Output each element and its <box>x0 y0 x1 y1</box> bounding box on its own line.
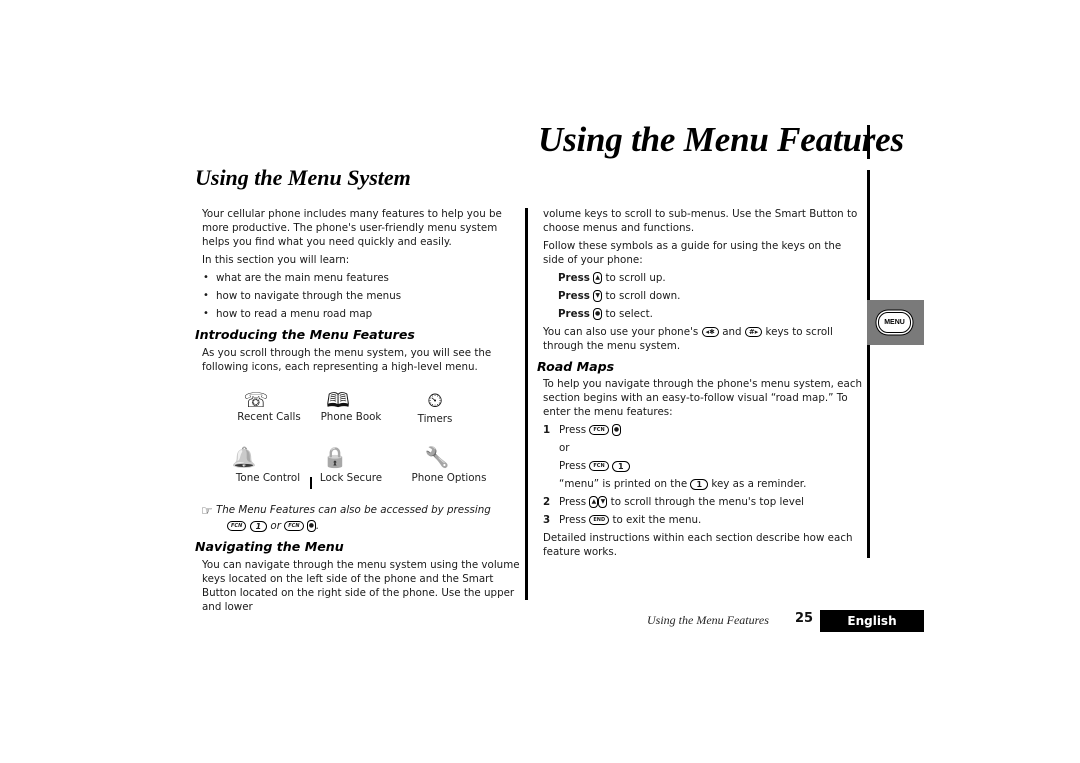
note-or: or <box>270 520 281 532</box>
step-reminder: “menu” is printed on the 1 key as a remi… <box>559 478 807 490</box>
road-maps-paragraph: To help you navigate through the phone's… <box>543 378 863 418</box>
section-tab-menu: MENU <box>867 300 924 345</box>
step-or: or <box>559 442 570 454</box>
left-star-key-icon: ◂✱ <box>701 327 719 337</box>
steps-list: 1 Press FCN ● or Press FCN 1 “menu” is p… <box>543 423 863 527</box>
page-title: Using the Menu Features <box>538 120 904 159</box>
list-item: how to read a menu road map <box>202 307 522 321</box>
select-key-icon: ● <box>593 308 603 320</box>
note-end: . <box>315 520 320 532</box>
continued-paragraph: volume keys to scroll to sub-menus. Use … <box>543 208 858 234</box>
press-item: Press ▲ to scroll up. <box>558 272 666 284</box>
right-column: volume keys to scroll to sub-menus. Use … <box>543 207 863 357</box>
heading-road-maps: Road Maps <box>537 359 615 374</box>
change-bar <box>310 477 312 489</box>
road-maps-section: To help you navigate through the phone's… <box>543 377 863 563</box>
one-key-icon: 1 <box>249 520 268 532</box>
also-paragraph: You can also use your phone's ◂✱ and #▸ … <box>543 326 833 352</box>
introducing-paragraph: As you scroll through the menu system, y… <box>202 347 492 373</box>
one-key-icon: 1 <box>611 460 630 472</box>
press-list: Press ▲ to scroll up. Press ▼ to scroll … <box>543 271 863 321</box>
fcn-key-icon: FCN <box>589 425 609 435</box>
column-rule-right <box>867 170 870 558</box>
lock-icon: 🔒 <box>322 445 348 469</box>
menu-icon-phone-book: 🕮 Phone Book <box>316 389 386 423</box>
list-item: what are the main menu features <box>202 271 522 285</box>
icon-label: Lock Secure <box>319 472 383 484</box>
running-footer-title: Using the Menu Features <box>647 613 769 627</box>
scroll-down-key-icon: ▼ <box>598 496 608 508</box>
step-item: 2 Press ▲ ▼ to scroll through the menu's … <box>543 496 805 508</box>
fcn-key-icon: FCN <box>284 521 304 531</box>
list-item: how to navigate through the menus <box>202 289 522 303</box>
menu-icon-timers: ⏲ Timers <box>405 388 465 425</box>
column-rule-left <box>525 208 528 600</box>
scroll-up-key-icon: ▲ <box>593 272 603 284</box>
icon-label: Phone Book <box>320 411 382 423</box>
press-item: Press ▼ to scroll down. <box>558 290 681 302</box>
fcn-key-icon: FCN <box>589 461 609 471</box>
menu-icon-lock-secure: 🔒 Lock Secure <box>318 446 384 484</box>
clock-icon: ⏲ <box>427 388 443 412</box>
press-item: Press ● to select. <box>558 308 653 320</box>
title-rule <box>867 125 870 159</box>
fcn-key-icon: FCN <box>227 521 247 531</box>
navigating-paragraph: You can navigate through the menu system… <box>202 559 520 613</box>
page-number: 25 <box>795 611 814 626</box>
language-label: English <box>820 610 924 632</box>
left-column: Your cellular phone includes many featur… <box>202 207 522 325</box>
learn-lead: In this section you will learn: <box>202 254 350 266</box>
note: ☞ The Menu Features can also be accessed… <box>201 503 521 533</box>
scroll-up-key-icon: ▲ <box>589 496 599 508</box>
heading-navigating: Navigating the Menu <box>195 539 344 554</box>
wrench-icon: 🔧 <box>424 445 450 469</box>
menu-key-icon: MENU <box>878 312 911 333</box>
one-key-icon: 1 <box>690 478 709 490</box>
heading-introducing: Introducing the Menu Features <box>195 327 415 342</box>
pointing-hand-icon: ☞ <box>201 504 213 519</box>
step-alt: Press FCN 1 <box>559 459 863 473</box>
step-item: 1 Press FCN ● or Press FCN 1 “menu” is p… <box>543 423 863 491</box>
closing-paragraph: Detailed instructions within each sectio… <box>543 532 853 558</box>
pound-right-key-icon: #▸ <box>744 327 763 337</box>
smart-button-icon: ● <box>306 520 316 532</box>
icon-label: Timers <box>417 413 453 425</box>
icon-label: Phone Options <box>411 472 487 484</box>
step-item: 3 Press END to exit the menu. <box>543 514 702 526</box>
intro-paragraph: Your cellular phone includes many featur… <box>202 208 502 248</box>
menu-icon-phone-options: 🔧 Phone Options <box>410 446 488 484</box>
note-text: The Menu Features can also be accessed b… <box>215 504 491 516</box>
section-title: Using the Menu System <box>195 165 411 190</box>
learn-list: what are the main menu features how to n… <box>202 271 522 321</box>
follow-paragraph: Follow these symbols as a guide for usin… <box>543 240 842 266</box>
book-icon: 🕮 <box>326 388 350 412</box>
scroll-down-key-icon: ▼ <box>593 290 603 302</box>
smart-button-icon: ● <box>611 424 621 436</box>
icon-label: Recent Calls <box>237 411 301 423</box>
end-key-icon: END <box>589 515 610 525</box>
icon-label: Tone Control <box>235 472 301 484</box>
